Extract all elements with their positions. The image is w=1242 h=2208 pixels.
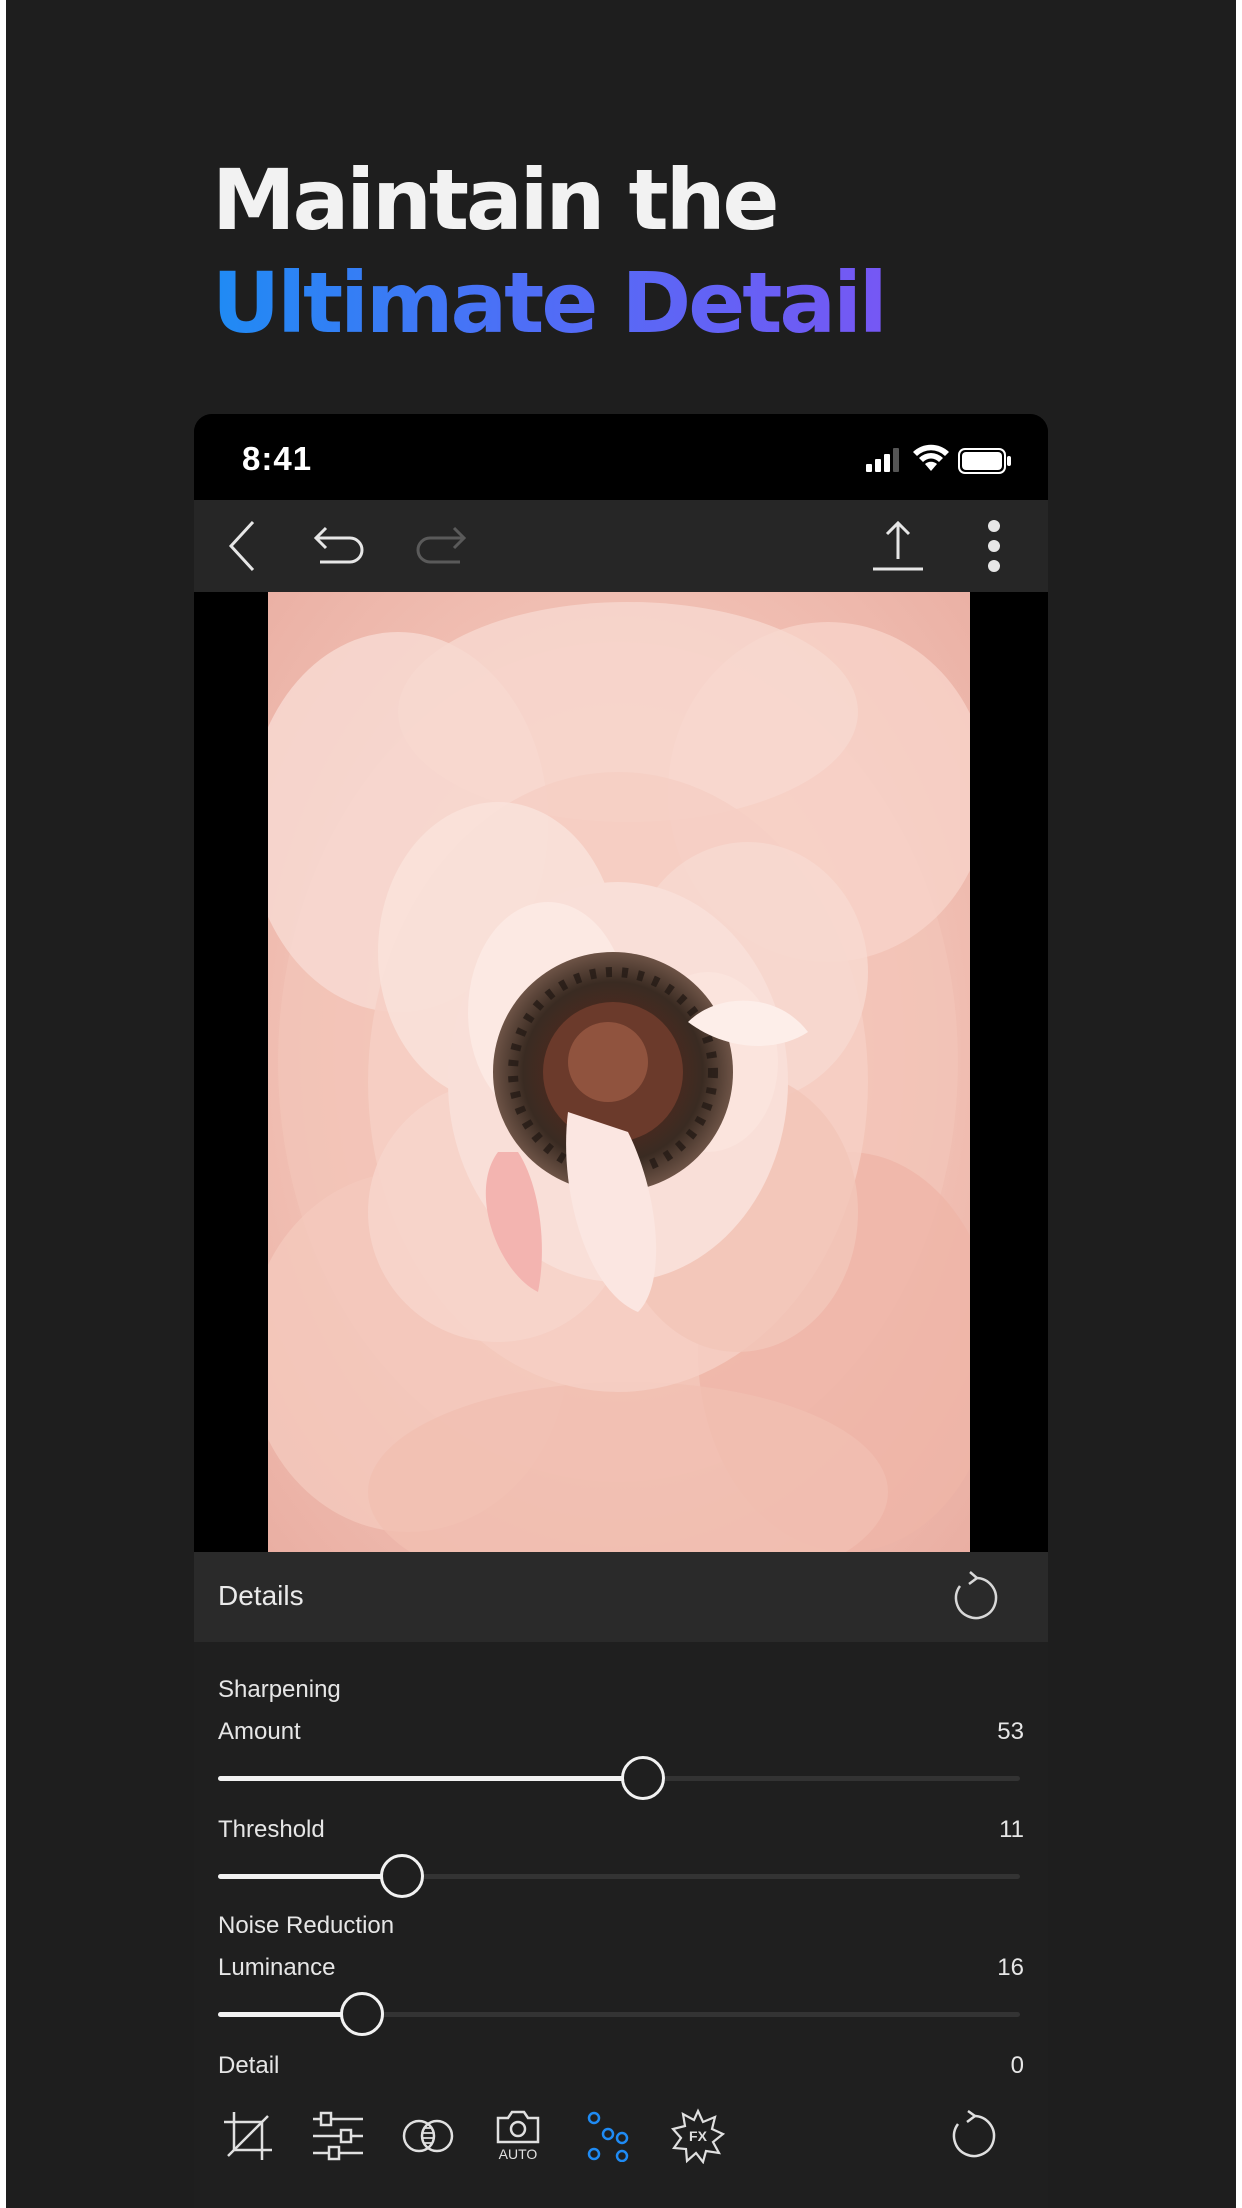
noise-reduction-section-label: Noise Reduction: [218, 1912, 395, 1939]
camera-icon: [496, 2110, 540, 2144]
amount-slider[interactable]: [218, 1756, 1020, 1800]
fx-label: FX: [689, 2128, 708, 2144]
crop-tool[interactable]: [220, 2106, 276, 2166]
threshold-slider-thumb[interactable]: [380, 1854, 425, 1898]
details-dots-icon: [587, 2111, 629, 2162]
headline-line-2: Ultimate Detail: [212, 250, 888, 356]
screenshot-panel: Maintain the Ultimate Detail 8:41 Detail…: [6, 0, 1236, 2208]
luminance-slider[interactable]: [218, 1992, 1020, 2036]
editor-toolbar: [194, 500, 1048, 592]
color-tool[interactable]: [400, 2106, 456, 2166]
luminance-label: Luminance: [218, 1954, 336, 1981]
cellular-signal-icon: [866, 448, 899, 472]
redo-button[interactable]: [406, 500, 476, 592]
more-icon: [988, 520, 1000, 572]
status-bar: 8:41: [194, 414, 1048, 500]
sliders-icon: [313, 2111, 363, 2161]
threshold-slider-fill: [218, 1874, 403, 1879]
reset-icon: [952, 2110, 996, 2158]
threshold-value: 11: [999, 1816, 1024, 1843]
fx-tool[interactable]: FX: [670, 2106, 726, 2166]
undo-icon: [313, 526, 364, 564]
auto-label: AUTO: [498, 2146, 538, 2162]
details-controls: Sharpening Amount 53 Threshold 11 Noise …: [194, 1642, 1048, 2208]
wifi-icon: [913, 444, 949, 471]
undo-button[interactable]: [304, 500, 374, 592]
flower-photo[interactable]: [268, 592, 970, 1552]
crop-icon: [224, 2112, 272, 2160]
more-button[interactable]: [974, 500, 1014, 592]
redo-icon: [416, 526, 467, 564]
fx-burst-icon: FX: [670, 2108, 726, 2164]
luminance-value: 16: [997, 1954, 1024, 1981]
headline: Maintain the Ultimate Detail: [212, 150, 888, 356]
auto-tool[interactable]: AUTO: [490, 2100, 546, 2172]
reset-details-icon[interactable]: [948, 1570, 1004, 1626]
adjust-tool[interactable]: [310, 2106, 366, 2166]
headline-line-1: Maintain the: [212, 151, 779, 249]
sharpening-section-label: Sharpening: [218, 1676, 341, 1703]
status-time: 8:41: [242, 440, 313, 477]
photo-canvas: [194, 592, 1048, 1552]
threshold-slider[interactable]: [218, 1854, 1020, 1898]
share-icon: [873, 520, 923, 571]
reset-all-tool[interactable]: [946, 2106, 1002, 2166]
amount-label: Amount: [218, 1718, 301, 1745]
back-icon: [228, 520, 255, 572]
detail-label: Detail: [218, 2052, 280, 2079]
luminance-slider-thumb[interactable]: [340, 1992, 385, 2036]
details-tool[interactable]: [580, 2106, 636, 2166]
battery-icon: [958, 448, 1011, 474]
details-title: Details: [218, 1580, 304, 1611]
details-header: Details: [194, 1552, 1048, 1642]
share-button[interactable]: [866, 500, 930, 592]
color-circles-icon: [402, 2119, 454, 2153]
threshold-label: Threshold: [218, 1816, 325, 1843]
detail-value: 0: [1010, 2052, 1024, 2079]
amount-slider-thumb[interactable]: [621, 1756, 666, 1800]
amount-value: 53: [997, 1718, 1024, 1745]
amount-slider-fill: [218, 1776, 644, 1781]
phone-frame: 8:41 Details Sharpening Amount 53 Thresh…: [194, 414, 1048, 2208]
back-button[interactable]: [212, 500, 272, 592]
